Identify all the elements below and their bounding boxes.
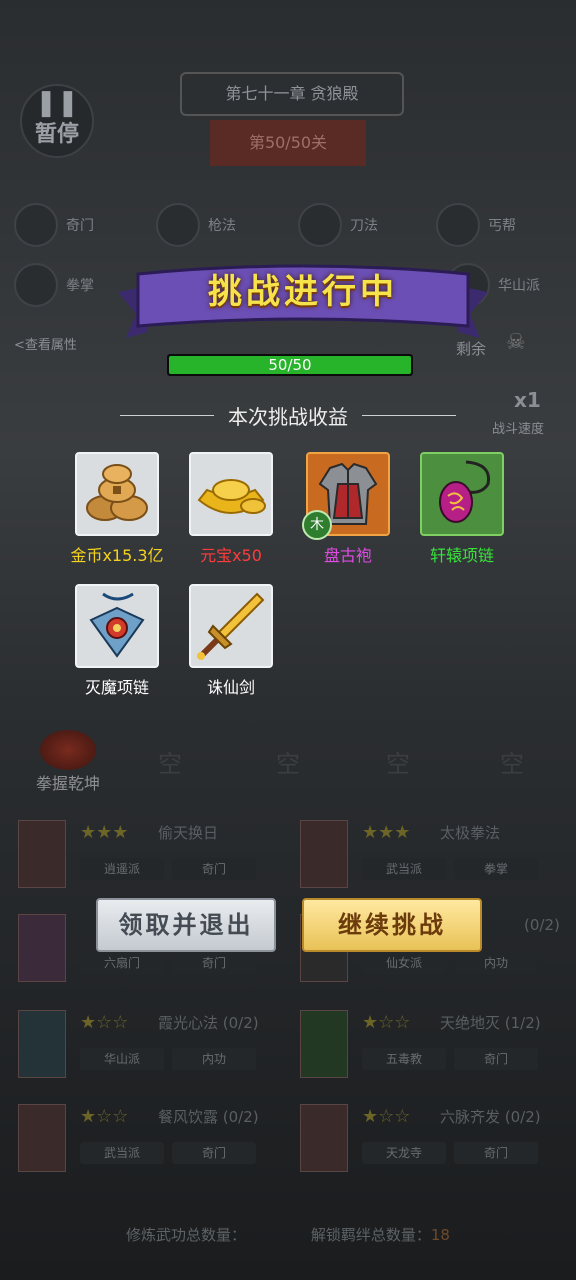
divider (362, 414, 456, 416)
challenge-progress-bar: 50/50 (167, 354, 413, 376)
book-icon (300, 1104, 348, 1172)
pendant-icon (75, 584, 159, 668)
martial-art-card[interactable]: ★★★ 偷天换日 逍遥派 奇门 (18, 820, 278, 890)
speed-label: 战斗速度 (492, 422, 545, 437)
book-icon (18, 914, 66, 982)
reward-item[interactable]: 金币x15.3亿 (57, 452, 177, 566)
gold-ingot-icon (189, 452, 273, 536)
martial-art-card[interactable]: ★☆☆ 餐风饮露 (0/2) 武当派 奇门 (18, 1104, 278, 1174)
footer-stats: 修炼武功总数量： 解锁羁绊总数量：18 (126, 1226, 450, 1244)
banner-title: 挑战进行中 (208, 272, 398, 312)
tab-empty-slot[interactable]: 空 (500, 744, 524, 779)
reward-item[interactable]: 诛仙剑 (171, 584, 291, 698)
martial-art-card[interactable]: ★☆☆ 霞光心法 (0/2) 华山派 内功 (18, 1010, 278, 1080)
book-icon (300, 820, 348, 888)
sword-icon (189, 584, 273, 668)
skill-icon (14, 263, 58, 307)
rewards-heading: 本次挑战收益 (120, 400, 456, 430)
book-icon (18, 1010, 66, 1078)
skill-chip[interactable]: 枪法 (156, 202, 236, 248)
star-rating: ★★★ (80, 822, 129, 843)
skill-icon (14, 203, 58, 247)
book-icon (18, 1104, 66, 1172)
reward-item[interactable]: 元宝x50 (171, 452, 291, 566)
skull-icon: ☠ (506, 330, 526, 355)
coins-icon (75, 452, 159, 536)
star-rating: ★☆☆ (80, 1012, 129, 1033)
reward-item[interactable]: 轩辕项链 (402, 452, 522, 566)
challenge-banner: 挑战进行中 (118, 252, 488, 348)
skill-icon (156, 203, 200, 247)
stage-label: 第50/50关 (210, 120, 366, 166)
skill-chip[interactable]: 刀法 (298, 202, 378, 248)
book-icon (300, 1010, 348, 1078)
speed-multiplier[interactable]: x1 (514, 388, 541, 412)
claim-and-exit-button[interactable]: 领取并退出 (96, 898, 276, 952)
divider (120, 414, 214, 416)
necklace-icon (420, 452, 504, 536)
skill-chip[interactable]: 拳掌 (14, 262, 94, 308)
progress-label: 50/50 (268, 356, 312, 374)
reward-item[interactable]: 灭魔项链 (57, 584, 177, 698)
view-attributes-link[interactable]: <查看属性 (14, 334, 77, 353)
pause-button[interactable]: ❚❚ 暂停 (20, 84, 94, 158)
armor-robe-icon: 木 (302, 452, 390, 540)
skill-chip[interactable]: 丐帮 (436, 202, 516, 248)
martial-art-card[interactable]: ★☆☆ 天绝地灭 (1/2) 五毒教 奇门 (300, 1010, 560, 1080)
chapter-title: 第七十一章 贪狼殿 (180, 72, 404, 116)
skill-icon (436, 203, 480, 247)
reward-item[interactable]: 木 盘古袍 (288, 452, 408, 566)
book-icon (18, 820, 66, 888)
star-rating: ★★★ (362, 822, 411, 843)
wood-element-badge: 木 (302, 510, 332, 540)
pause-label: 暂停 (34, 122, 79, 147)
skill-icon (298, 203, 342, 247)
tab-empty-slot[interactable]: 空 (276, 744, 300, 779)
tab-main[interactable]: 拳握乾坤 (30, 730, 106, 794)
skill-chip[interactable]: 奇门 (14, 202, 94, 248)
star-rating: ★☆☆ (362, 1106, 411, 1127)
continue-challenge-button[interactable]: 继续挑战 (302, 898, 482, 952)
star-rating: ★☆☆ (80, 1106, 129, 1127)
martial-art-card[interactable]: ★☆☆ 六脉齐发 (0/2) 天龙寺 奇门 (300, 1104, 560, 1174)
tab-empty-slot[interactable]: 空 (386, 744, 410, 779)
star-rating: ★☆☆ (362, 1012, 411, 1033)
taiji-icon (40, 730, 96, 770)
pause-icon: ❚❚ (35, 88, 79, 118)
martial-art-card[interactable]: ★★★ 太极拳法 武当派 拳掌 (300, 820, 560, 890)
tab-empty-slot[interactable]: 空 (158, 744, 182, 779)
